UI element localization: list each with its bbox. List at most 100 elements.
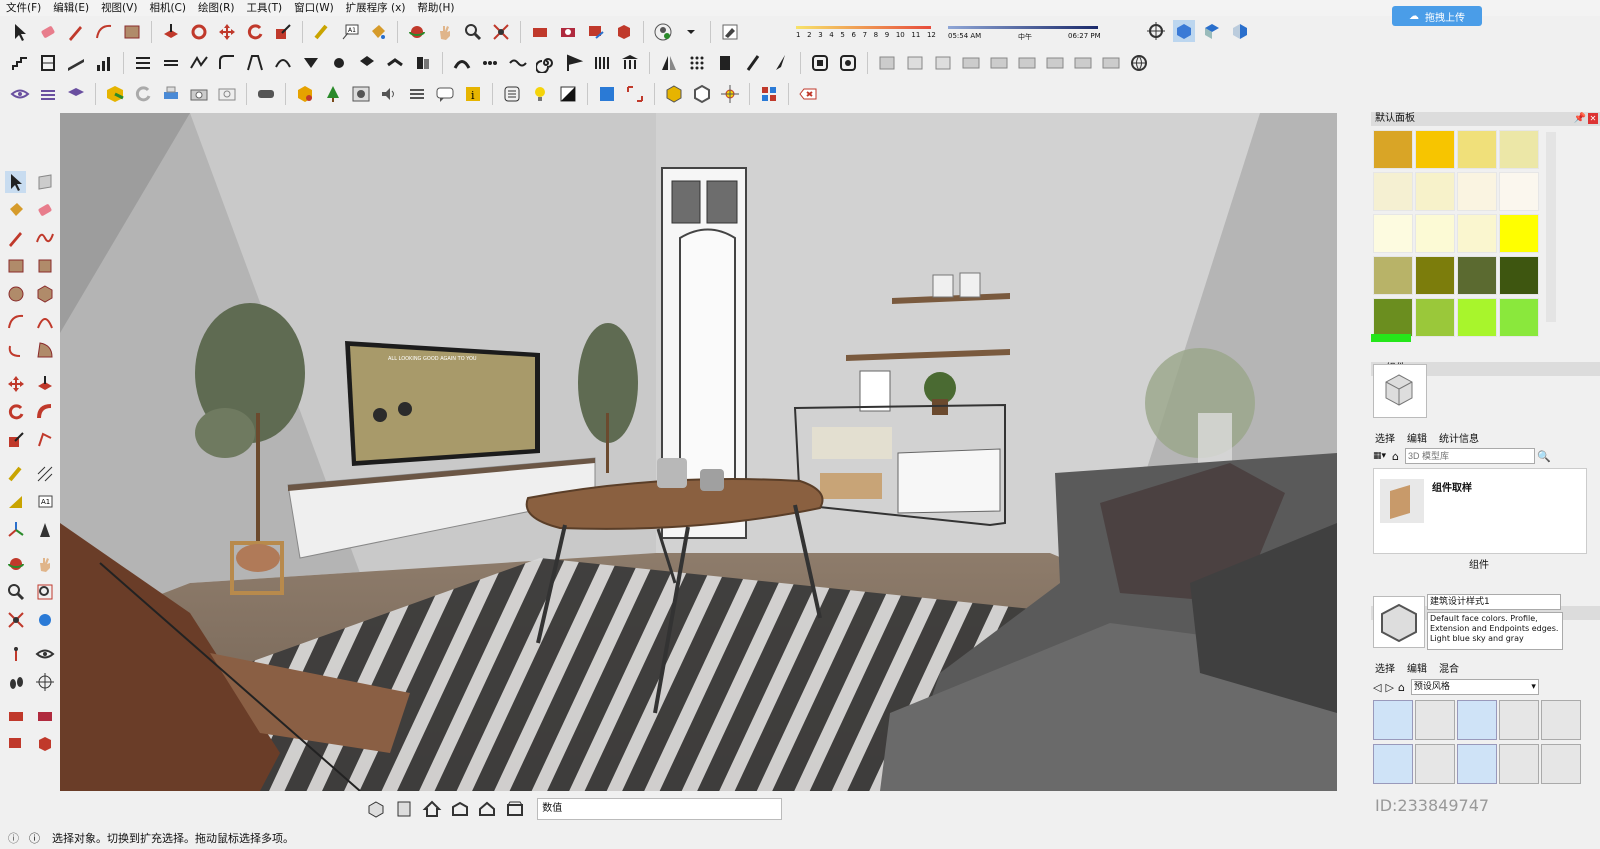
lasso-select-icon[interactable] — [34, 171, 55, 193]
tab-edit[interactable]: 编辑 — [1407, 434, 1427, 445]
orbit-icon[interactable] — [5, 553, 26, 575]
color-swatch[interactable] — [1373, 214, 1413, 253]
shape-bender-icon[interactable] — [384, 52, 406, 74]
circle-icon[interactable] — [5, 283, 26, 305]
wave-icon[interactable] — [507, 52, 529, 74]
search-icon[interactable]: 🔍 — [1537, 450, 1551, 463]
component-search-input[interactable] — [1405, 448, 1536, 464]
layers-icon[interactable] — [37, 83, 59, 105]
arc-icon[interactable] — [5, 311, 26, 333]
extension-warehouse-icon[interactable] — [34, 733, 55, 755]
ramp-icon[interactable] — [65, 52, 87, 74]
color-swatch[interactable] — [1499, 214, 1539, 253]
walk-icon[interactable] — [5, 671, 26, 693]
align-icon[interactable] — [132, 52, 154, 74]
contrast-icon[interactable] — [557, 83, 579, 105]
color-swatch[interactable] — [1457, 130, 1497, 169]
joint-icon[interactable] — [328, 52, 350, 74]
view-left-icon[interactable] — [504, 798, 526, 820]
3d-text-icon[interactable] — [34, 519, 55, 541]
top-view-icon[interactable] — [1201, 20, 1223, 42]
style-thumb[interactable] — [1457, 744, 1497, 784]
close-icon[interactable]: ✕ — [1588, 113, 1598, 124]
style-name-field[interactable]: 建筑设计样式1 — [1427, 594, 1561, 610]
color-swatch[interactable] — [1415, 172, 1455, 211]
account-icon[interactable] — [652, 21, 674, 43]
color-swatch[interactable] — [1499, 298, 1539, 337]
extrude-icon[interactable] — [714, 52, 736, 74]
chat-icon[interactable] — [434, 83, 456, 105]
follow-me-icon[interactable] — [34, 401, 55, 423]
color-swatch[interactable] — [1373, 298, 1413, 337]
blue-square-icon[interactable] — [596, 83, 618, 105]
text-icon[interactable]: A1 — [339, 21, 361, 43]
protractor-icon[interactable] — [5, 491, 26, 513]
view-iso-icon[interactable] — [365, 798, 387, 820]
graduation-icon[interactable] — [65, 83, 87, 105]
rectangle-icon[interactable] — [121, 21, 143, 43]
color-swatch[interactable] — [1373, 130, 1413, 169]
section-plane-icon[interactable] — [34, 671, 55, 693]
section-cut-icon[interactable] — [624, 83, 646, 105]
scale-icon[interactable] — [5, 429, 26, 451]
eraser-icon[interactable] — [37, 21, 59, 43]
globe-icon[interactable] — [1128, 52, 1150, 74]
view-front-icon[interactable] — [393, 798, 415, 820]
menu-window[interactable]: 窗口(W) — [288, 0, 340, 16]
scale-icon[interactable] — [272, 21, 294, 43]
view-back-icon[interactable] — [477, 798, 499, 820]
style-thumb[interactable] — [1415, 700, 1455, 740]
freehand-icon[interactable] — [34, 227, 55, 249]
sweep-icon[interactable] — [742, 52, 764, 74]
zoom-icon[interactable] — [462, 21, 484, 43]
tab-select[interactable]: 选择 — [1375, 434, 1395, 445]
tape-measure-icon[interactable] — [5, 463, 26, 485]
component-sample-label[interactable]: 组件取样 — [1432, 479, 1472, 494]
path-icon[interactable] — [188, 52, 210, 74]
close-tag-icon[interactable] — [797, 83, 819, 105]
vr-headset-icon[interactable] — [255, 83, 277, 105]
home-icon[interactable]: ⌂ — [1398, 681, 1405, 694]
grid-color-icon[interactable] — [758, 83, 780, 105]
push-pull-icon[interactable] — [34, 373, 55, 395]
grid-array-icon[interactable] — [686, 52, 708, 74]
3d-viewport[interactable]: ALL LOOKING GOOD AGAIN TO YOU — [60, 113, 1337, 791]
refresh-icon[interactable] — [132, 83, 154, 105]
menu-camera[interactable]: 相机(C) — [143, 0, 192, 16]
style-thumb[interactable] — [1373, 700, 1413, 740]
color-swatch[interactable] — [1415, 214, 1455, 253]
scene-tool-3-icon[interactable] — [932, 52, 954, 74]
menu-draw[interactable]: 绘图(R) — [192, 0, 241, 16]
weld-icon[interactable] — [300, 52, 322, 74]
pencil-icon[interactable] — [5, 227, 26, 249]
paint-bucket-icon[interactable] — [367, 21, 389, 43]
pie-icon[interactable] — [34, 339, 55, 361]
two-point-arc-icon[interactable] — [34, 311, 55, 333]
columns-icon[interactable] — [591, 52, 613, 74]
render-icon[interactable] — [809, 52, 831, 74]
share-component-icon[interactable] — [585, 21, 607, 43]
scene-tool-5-icon[interactable] — [988, 52, 1010, 74]
move-icon[interactable] — [216, 21, 238, 43]
scene-tool-6-icon[interactable] — [1016, 52, 1038, 74]
rotate-icon[interactable] — [5, 401, 26, 423]
light-bulb-icon[interactable] — [529, 83, 551, 105]
menu-tools[interactable]: 工具(T) — [240, 0, 288, 16]
render-settings-icon[interactable] — [837, 52, 859, 74]
home-icon[interactable]: ⌂ — [1392, 450, 1399, 463]
polygon-icon[interactable] — [34, 283, 55, 305]
style-thumb[interactable] — [1373, 744, 1413, 784]
curve-icon[interactable] — [272, 52, 294, 74]
distribute-icon[interactable] — [160, 52, 182, 74]
push-pull-icon[interactable] — [160, 21, 182, 43]
outliner-icon[interactable] — [501, 83, 523, 105]
color-swatch[interactable] — [1457, 256, 1497, 295]
follow-me-icon[interactable] — [188, 21, 210, 43]
snapshot-icon[interactable] — [216, 83, 238, 105]
stairs-icon[interactable] — [9, 52, 31, 74]
paint-bucket-icon[interactable] — [5, 199, 26, 221]
geo-location-icon[interactable]: ⓘ — [8, 830, 19, 846]
three-point-arc-icon[interactable] — [5, 339, 26, 361]
color-swatch[interactable] — [1373, 172, 1413, 211]
mirror-icon[interactable] — [658, 52, 680, 74]
